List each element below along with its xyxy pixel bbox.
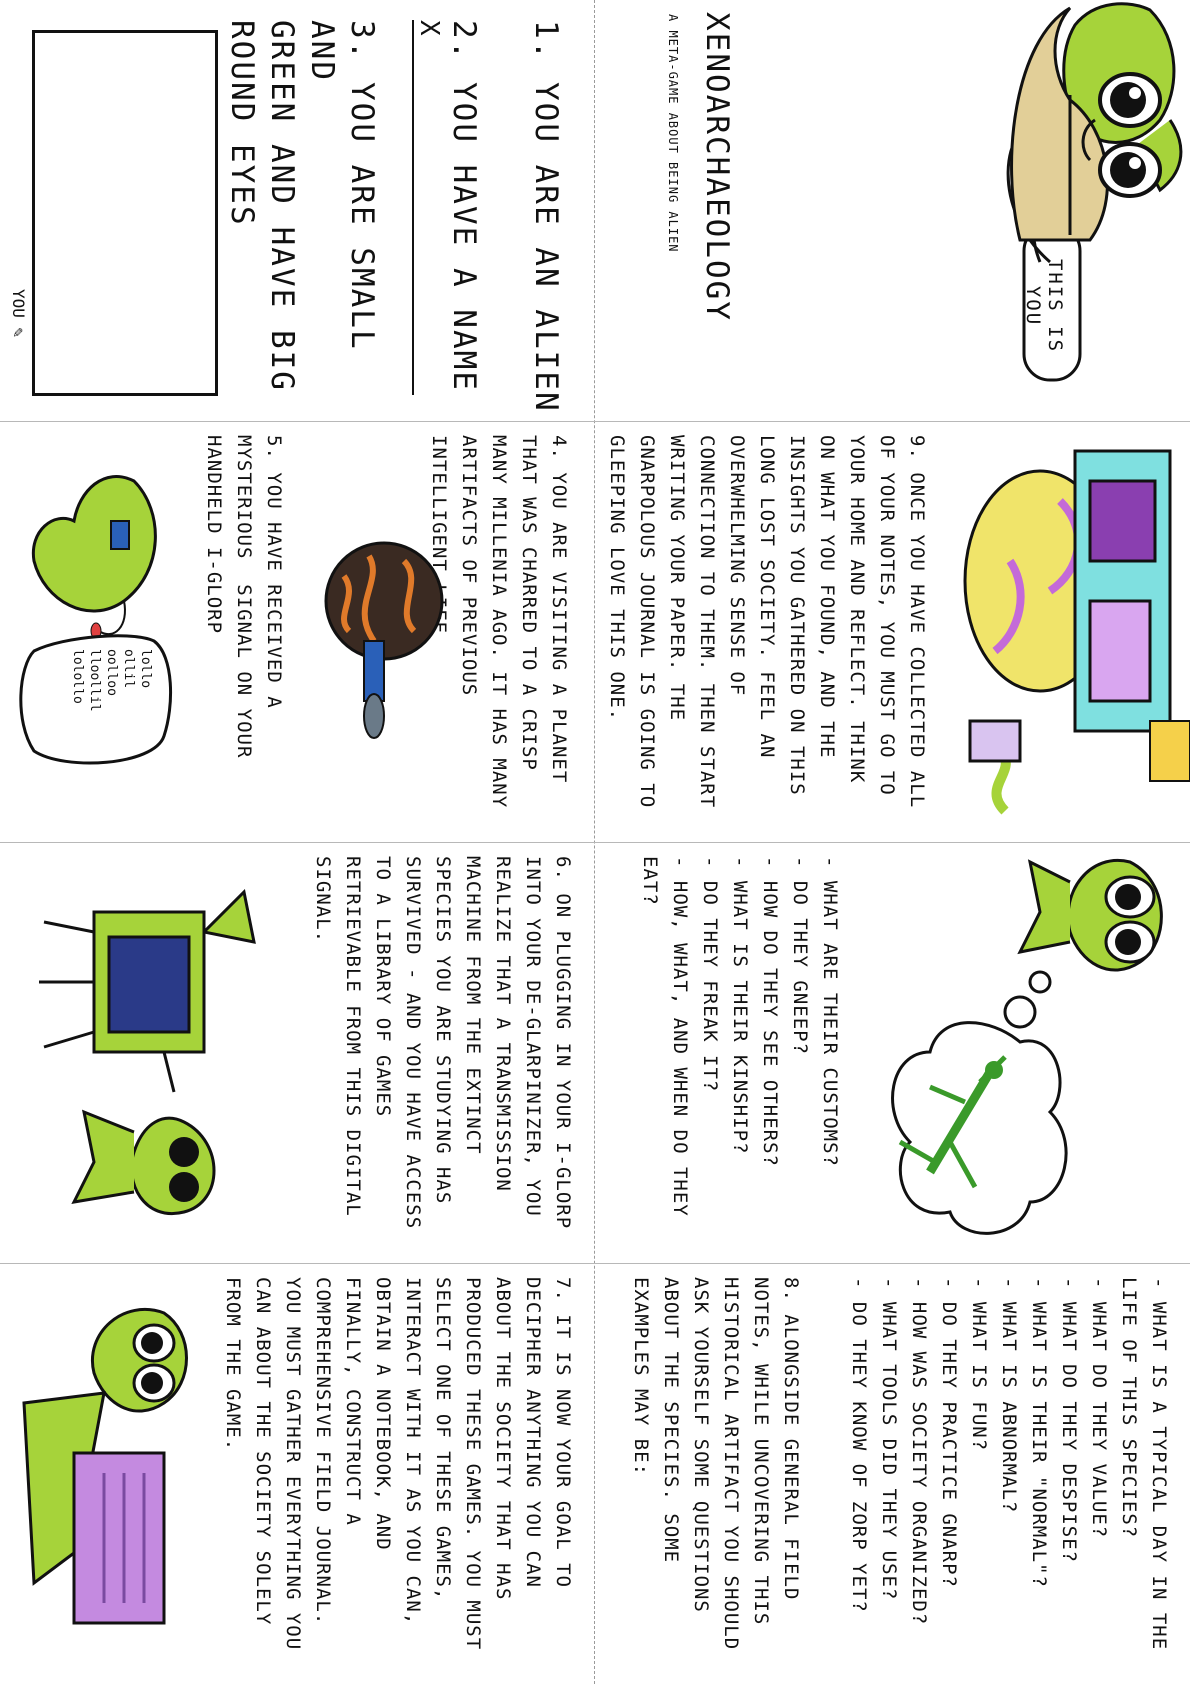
charred-planet-illustration [324,541,444,739]
de-glarpinizer-illustration [39,888,256,1216]
thought-cloud [891,1021,1068,1235]
name-line: X [412,20,444,395]
ufo-icon [363,693,385,739]
step-8-text: 8. ALONGSIDE GENERAL FIELD NOTES, WHILE … [630,1277,802,1651]
signal-speech-text: lollo ollil oolloo lloollil lolollo [70,649,153,712]
i-glorp-device-illustration [19,475,172,765]
step-9-panel: 9. ONCE YOU HAVE COLLECTED ALL OF YOUR N… [596,421,1190,842]
question-item: - WHAT ARE THEIR CUSTOMS? [819,856,841,1167]
step-4-text: 4. YOU ARE VISITING A PLANET THAT WAS CH… [428,435,570,809]
step-5-text: 5. YOU HAVE RECEIVED A MYSTERIOUS SIGNAL… [203,435,285,759]
question-item: - WHAT IS A TYPICAL DAY IN THE LIFE OF T… [1118,1277,1170,1651]
step-8-panel: - WHAT IS A TYPICAL DAY IN THE LIFE OF T… [596,1263,1190,1684]
pencil-icon: ✎ [9,327,28,338]
rules-panel: 1. YOU ARE AN ALIEN 2. YOU HAVE A NAME X… [0,0,594,421]
cover-panel: THIS IS YOU XENOARCHAEOLOGY A META-GAME … [596,0,1190,421]
question-item: - WHAT IS THEIR KINSHIP? [729,856,751,1155]
questions-1-panel: - WHAT ARE THEIR CUSTOMS? - DO THEY GNEE… [596,842,1190,1263]
question-item: - HOW DO THEY SEE OTHERS? [759,856,781,1167]
question-item: - WHAT IS ABNORMAL? [998,1277,1020,1514]
step-6-text: 6. ON PLUGGING IN YOUR I-GLORP INTO YOUR… [312,856,574,1230]
cover-title: XENOARCHAEOLOGY [699,12,735,322]
question-item: - WHAT TOOLS DID THEY USE? [878,1277,900,1601]
questions-1-list: - WHAT ARE THEIR CUSTOMS? - DO THEY GNEE… [635,856,845,1256]
notebook-icon [72,1451,166,1625]
question-item: - WHAT DO THEY VALUE? [1088,1277,1110,1539]
question-item: - DO THEY GNEEP? [789,856,811,1056]
question-item: - DO THEY KNOW OF ZORP YET? [848,1277,870,1613]
rule-1: 1. YOU ARE AN ALIEN [528,20,564,413]
zine-sheet: THIS IS YOU XENOARCHAEOLOGY A META-GAME … [0,0,1190,1684]
step-7-text: 7. IT IS NOW YOUR GOAL TO DECIPHER ANYTH… [222,1277,574,1651]
question-item: - HOW WAS SOCIETY ORGANIZED? [908,1277,930,1626]
thinking-alien-illustration [891,859,1163,1235]
question-item: - WHAT IS FUN? [968,1277,990,1452]
alien-reading-notebook-illustration [22,1307,188,1625]
portrait-label: YOU ✎ [9,285,28,342]
rule-2: 2. YOU HAVE A NAME [446,20,482,392]
portrait-box[interactable] [32,30,218,396]
speech-bubble-text: THIS IS YOU [1022,258,1066,354]
question-item: - DO THEY PRACTICE GNARP? [938,1277,960,1588]
question-item: - HOW, WHAT, AND WHEN DO THEY EAT? [639,856,691,1217]
questions-2-list: - WHAT IS A TYPICAL DAY IN THE LIFE OF T… [844,1277,1174,1677]
alien-explorer-illustration [1006,2,1183,382]
step-7-panel: 7. IT IS NOW YOUR GOAL TO DECIPHER ANYTH… [0,1263,594,1684]
rule-3: 3. YOU ARE SMALL AND GREEN AND HAVE BIG … [224,20,380,392]
question-item: - WHAT DO THEY DESPISE? [1058,1277,1080,1564]
alien-home-illustration [963,449,1190,815]
question-item: - WHAT IS THEIR "NORMAL"? [1028,1277,1050,1588]
steps-4-5-panel: 4. YOU ARE VISITING A PLANET THAT WAS CH… [0,421,594,842]
step-9-text: 9. ONCE YOU HAVE COLLECTED ALL OF YOUR N… [606,435,928,809]
step-6-panel: 6. ON PLUGGING IN YOUR I-GLORP INTO YOUR… [0,842,594,1263]
cover-subtitle: A META-GAME ABOUT BEING ALIEN [666,14,680,253]
name-mark: X [414,20,444,36]
question-item: - DO THEY FREAK IT? [699,856,721,1093]
